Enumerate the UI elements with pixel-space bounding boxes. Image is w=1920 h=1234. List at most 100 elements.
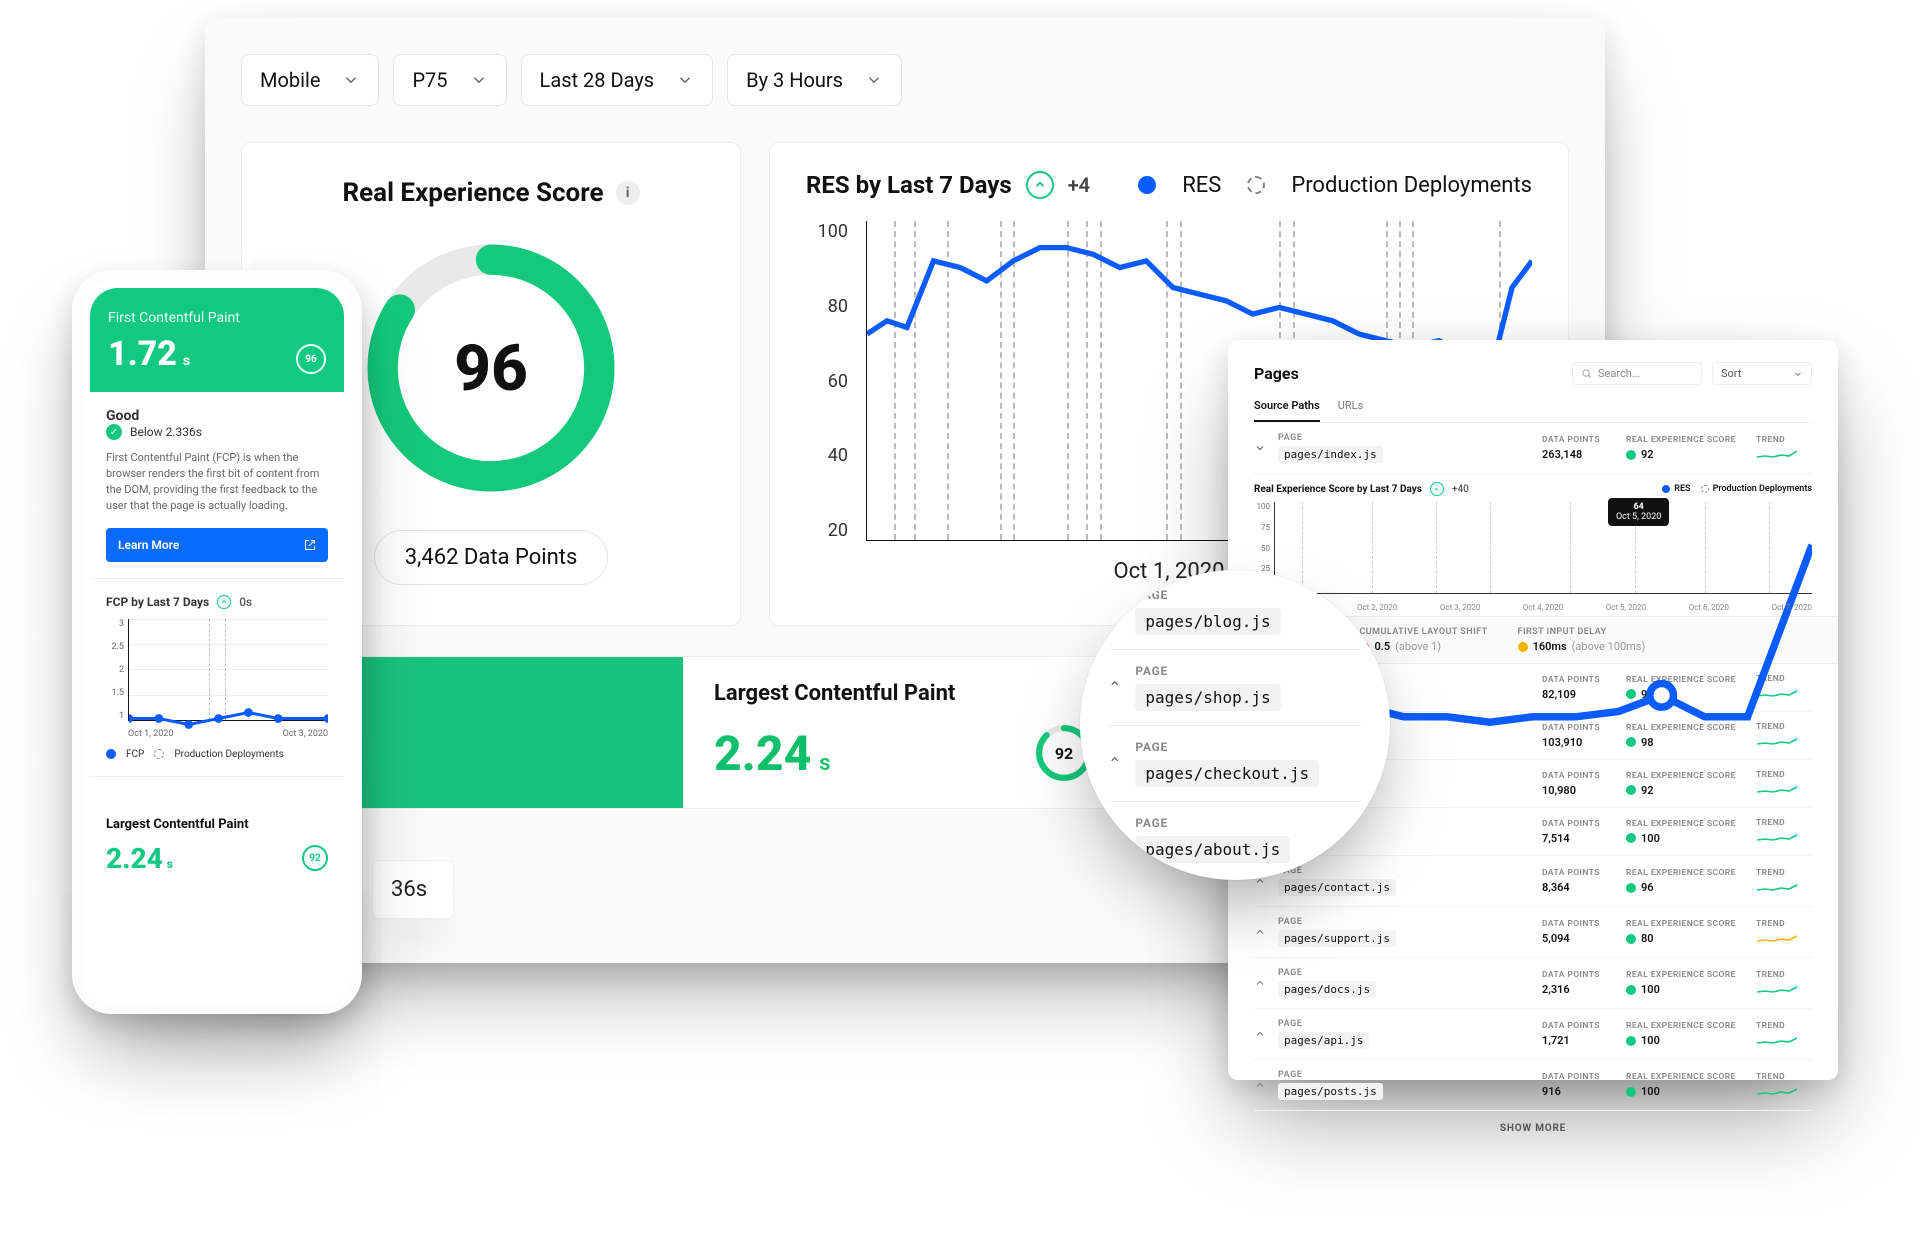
phone-chart-delta: 0s [239,595,252,609]
tab-urls[interactable]: URLs [1338,399,1364,422]
ytick: 60 [806,371,848,392]
phone-chart: 3 2.5 2 1.5 1 [106,619,328,739]
res-chart-delta: +4 [1068,173,1090,197]
lens-page: pages/shop.js [1135,684,1280,711]
inline-chart-title: Real Experience Score by Last 7 Days [1254,484,1422,495]
chevron-up-icon [1254,1079,1266,1091]
phone-fcp-unit: s [183,353,190,369]
legend-label-res: RES [1182,173,1221,198]
show-more-button[interactable]: SHOW MORE [1254,1111,1812,1136]
pages-sort[interactable]: Sort [1712,362,1812,385]
lens-page: pages/about.js [1135,836,1290,863]
percentile-select[interactable]: P75 [393,54,506,106]
legend-label: Production Deployments [1713,484,1812,494]
lens-row[interactable]: ⌃ PAGE pages/checkout.js [1108,726,1362,802]
metric-lcp-unit: s [819,751,830,776]
chevron-down-icon [1793,369,1803,379]
legend-dot-res [1662,485,1670,493]
page-row[interactable]: PAGEpages/posts.jsDATA POINTS916REAL EXP… [1254,1060,1812,1111]
ytick: 50 [1254,544,1270,553]
phone-fcp-header: First Contentful Paint 1.72 s 96 [90,288,344,392]
device-select[interactable]: Mobile [241,54,379,106]
search-icon [1581,368,1592,379]
page-res: 100 [1641,1085,1660,1098]
status-dot-icon [1626,450,1636,460]
page-path: pages/index.js [1278,446,1383,463]
tab-source-paths[interactable]: Source Paths [1254,399,1320,422]
chart-tooltip: 64 Oct 5, 2020 [1608,498,1669,526]
page-res: 92 [1641,448,1654,461]
legend-dot-fcp [106,749,116,759]
lens-row[interactable]: ⌃ PAGEpages/shop.js [1108,650,1362,726]
tooltip-date: Oct 5, 2020 [1616,512,1661,522]
col-page-label: PAGE [1278,1070,1530,1080]
range-select[interactable]: Last 28 Days [521,54,714,106]
trend-sparkline [1756,448,1812,462]
lens-page: pages/checkout.js [1135,760,1319,787]
arrow-up-icon [217,595,231,609]
xtick: Oct 1, 2020 [128,729,173,739]
ytick: 40 [806,445,848,466]
xtick: Oct 6, 2020 [1689,603,1729,612]
chevron-down-icon [342,71,360,89]
phone-fcp-value: 1.72 [108,334,177,374]
tooltip-value: 64 [1616,502,1661,512]
arrow-up-icon [1026,171,1054,199]
chevron-up-icon: ⌃ [1108,754,1121,773]
phone-chart-title: FCP by Last 7 Days [106,595,209,609]
res-score-title: Real Experience Score [342,178,603,208]
xtick: Oct 5, 2020 [1606,603,1646,612]
chevron-down-icon [1254,442,1266,454]
filter-bar: Mobile P75 Last 28 Days By 3 Hours [241,54,1569,106]
phone-good-label: Good [106,408,328,424]
phone-fcp-desc: First Contentful Paint (FCP) is when the… [106,450,328,514]
inline-chart: 100 75 50 25 0 64 Oct 5, 2020 Oct 1, 202… [1274,502,1812,612]
lens-label: PAGE [1135,664,1280,678]
status-dot-icon [1626,1087,1636,1097]
col-trend-label: TREND [1756,435,1812,445]
metric-lcp-value: 2.24 [714,725,811,782]
ytick: 2.5 [106,642,124,652]
pages-search-placeholder: Search... [1598,367,1641,380]
res-chart-legend: RES Production Deployments [1138,173,1532,198]
col-res-label: REAL EXPERIENCE SCORE [1626,435,1744,445]
chevron-up-icon [1254,977,1266,989]
device-select-value: Mobile [260,68,320,92]
xtick: Oct 3, 2020 [1440,603,1480,612]
pages-search[interactable]: Search... [1572,362,1702,385]
metric-lcp[interactable]: Largest Contentful Paint 2.24 s 92 [684,657,1126,808]
trend-sparkline [1756,1085,1812,1099]
learn-more-button[interactable]: Learn More [106,528,328,562]
lens-label: PAGE [1135,740,1319,754]
xtick: Oct 2, 2020 [1357,603,1397,612]
pages-title: Pages [1254,364,1299,383]
chevron-up-icon [1254,926,1266,938]
info-icon[interactable]: i [616,181,640,205]
phone-good-sub: Below 2.336s [130,425,202,439]
phone-lcp-title: Largest Contentful Paint [106,817,328,832]
legend-label: RES [1674,484,1690,494]
metric-lcp-title: Largest Contentful Paint [714,681,1095,706]
page-path: pages/posts.js [1278,1083,1383,1100]
pages-tabs: Source Paths URLs [1254,399,1812,423]
chevron-down-icon [865,71,883,89]
col-dp-label: DATA POINTS [1542,435,1614,445]
xtick: Oct 3, 2020 [283,729,328,739]
chevron-up-icon [1254,1028,1266,1040]
page-dp: 916 [1542,1085,1614,1098]
bucket-select[interactable]: By 3 Hours [727,54,902,106]
phone-lcp-unit: s [167,857,173,871]
phone-chart-title-row: FCP by Last 7 Days 0s [106,595,328,609]
xtick: Oct 4, 2020 [1523,603,1563,612]
check-icon: ✓ [106,424,122,440]
ytick: 75 [1254,523,1270,532]
chevron-down-icon [676,71,694,89]
ytick: 3 [106,619,124,629]
page-row-expanded[interactable]: PAGE pages/index.js DATA POINTS 263,148 … [1254,423,1812,474]
ytick: 1.5 [106,688,124,698]
col-trend-label: TREND [1756,1072,1812,1082]
lens-label: PAGE [1135,588,1280,602]
pages-sort-label: Sort [1721,367,1741,380]
bucket-select-value: By 3 Hours [746,68,843,92]
lens-label: PAGE [1135,816,1290,830]
